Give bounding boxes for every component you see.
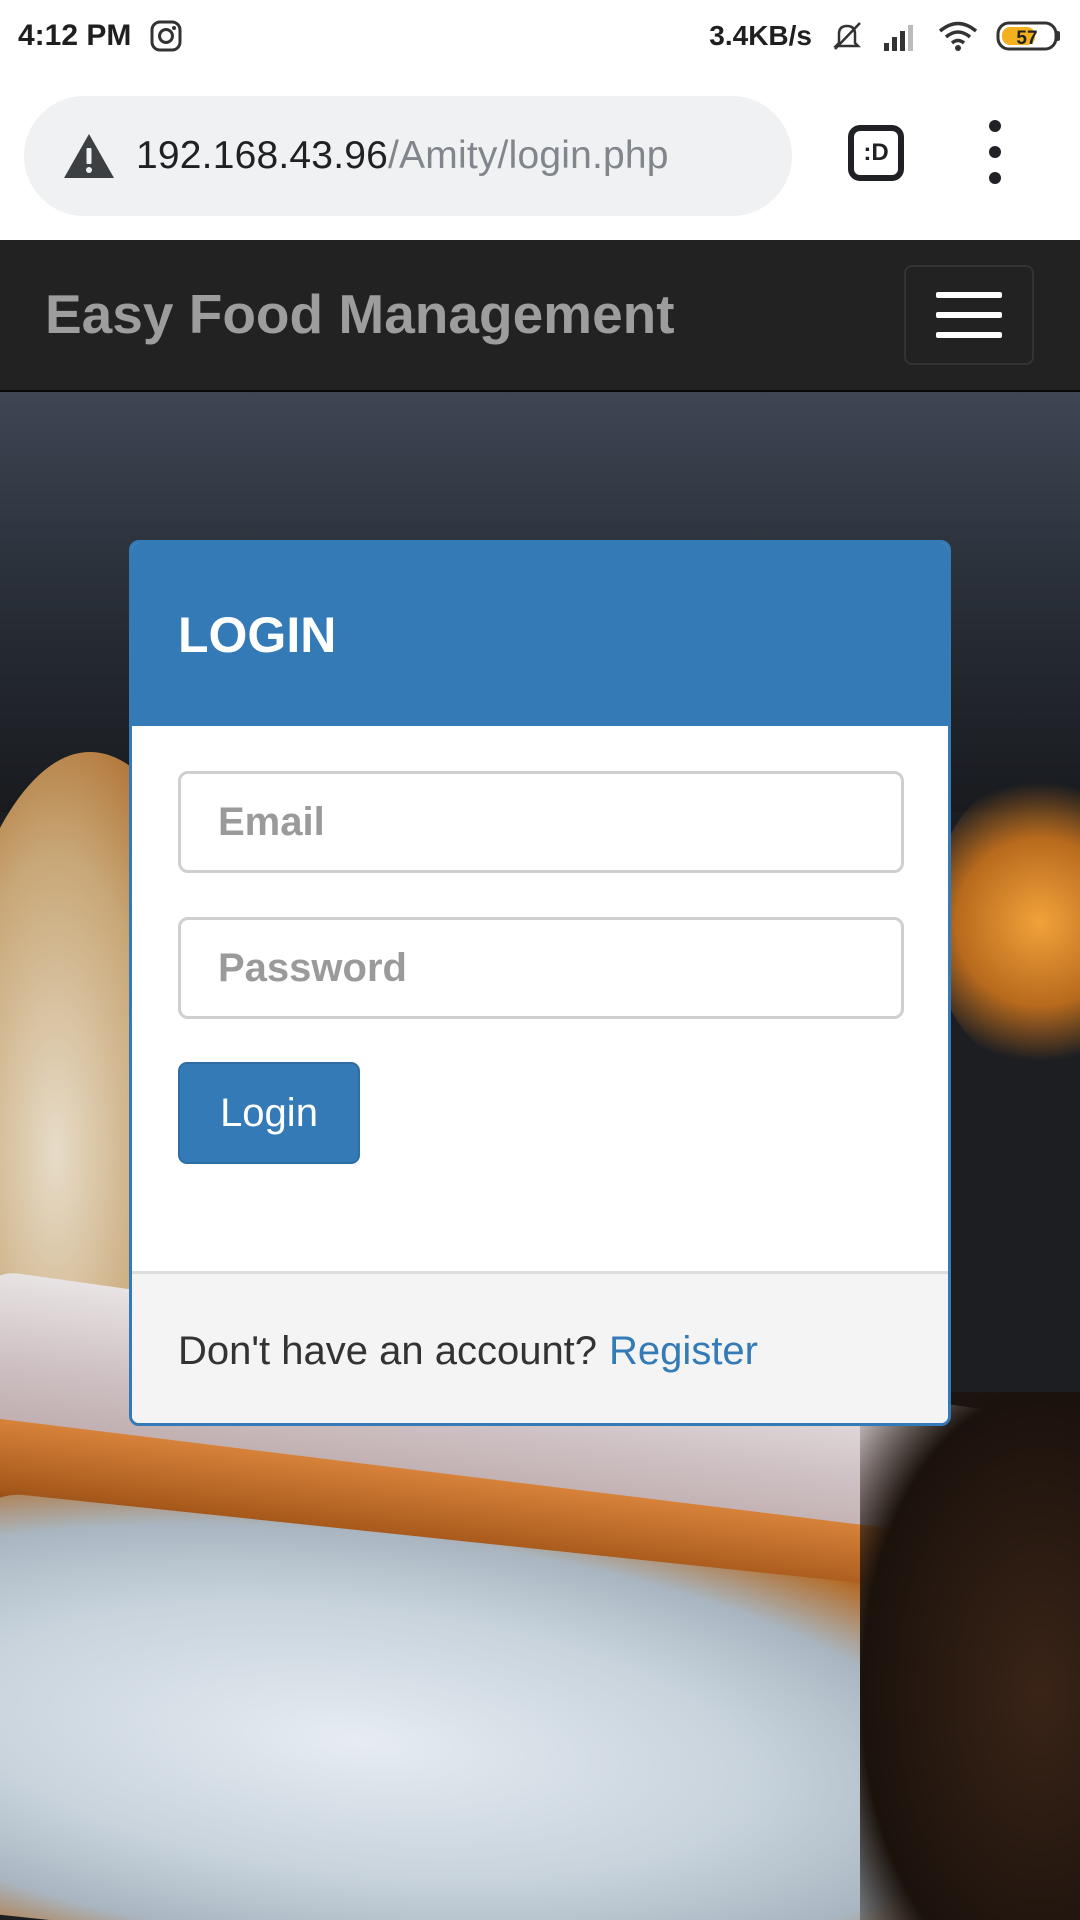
login-title: LOGIN: [178, 606, 337, 663]
login-button[interactable]: Login: [178, 1062, 360, 1164]
login-panel: LOGIN Login Don't have an account? Regis…: [129, 540, 951, 1426]
footer-text: Don't have an account?: [178, 1329, 598, 1373]
status-bar: 4:12 PM 3.4KB/s 57: [0, 0, 1080, 72]
battery-icon: 57: [996, 20, 1062, 52]
url-host: 192.168.43.96: [136, 134, 389, 177]
hamburger-icon: [936, 292, 1002, 298]
warning-icon[interactable]: [62, 132, 116, 180]
url-text[interactable]: 192.168.43.96/Amity/login.php: [136, 134, 669, 178]
password-input[interactable]: [178, 917, 904, 1019]
battery-level: 57: [1016, 28, 1037, 49]
wifi-icon: [938, 20, 978, 52]
signal-icon: [882, 21, 920, 51]
navbar-brand[interactable]: Easy Food Management: [45, 282, 675, 346]
register-link[interactable]: Register: [609, 1329, 758, 1374]
status-time: 4:12 PM: [18, 19, 132, 52]
tab-switcher-button[interactable]: :D: [848, 125, 904, 181]
more-options-icon[interactable]: [980, 120, 1010, 184]
address-bar[interactable]: 192.168.43.96/Amity/login.php: [24, 96, 792, 216]
login-form: Login: [132, 726, 948, 1271]
instagram-icon: [149, 19, 183, 53]
url-path: /Amity/login.php: [388, 134, 669, 177]
browser-toolbar: 192.168.43.96/Amity/login.php :D: [0, 72, 1080, 240]
login-panel-heading: LOGIN: [132, 543, 948, 726]
mute-icon: [830, 19, 864, 53]
login-panel-footer: Don't have an account? Register: [132, 1271, 948, 1423]
email-input[interactable]: [178, 771, 904, 873]
screen: 4:12 PM 3.4KB/s 57 192.168.43.96/Amity/l…: [0, 0, 1080, 1920]
navbar-toggle-button[interactable]: [904, 265, 1034, 365]
network-speed: 3.4KB/s: [709, 20, 812, 51]
navbar: Easy Food Management: [0, 240, 1080, 392]
